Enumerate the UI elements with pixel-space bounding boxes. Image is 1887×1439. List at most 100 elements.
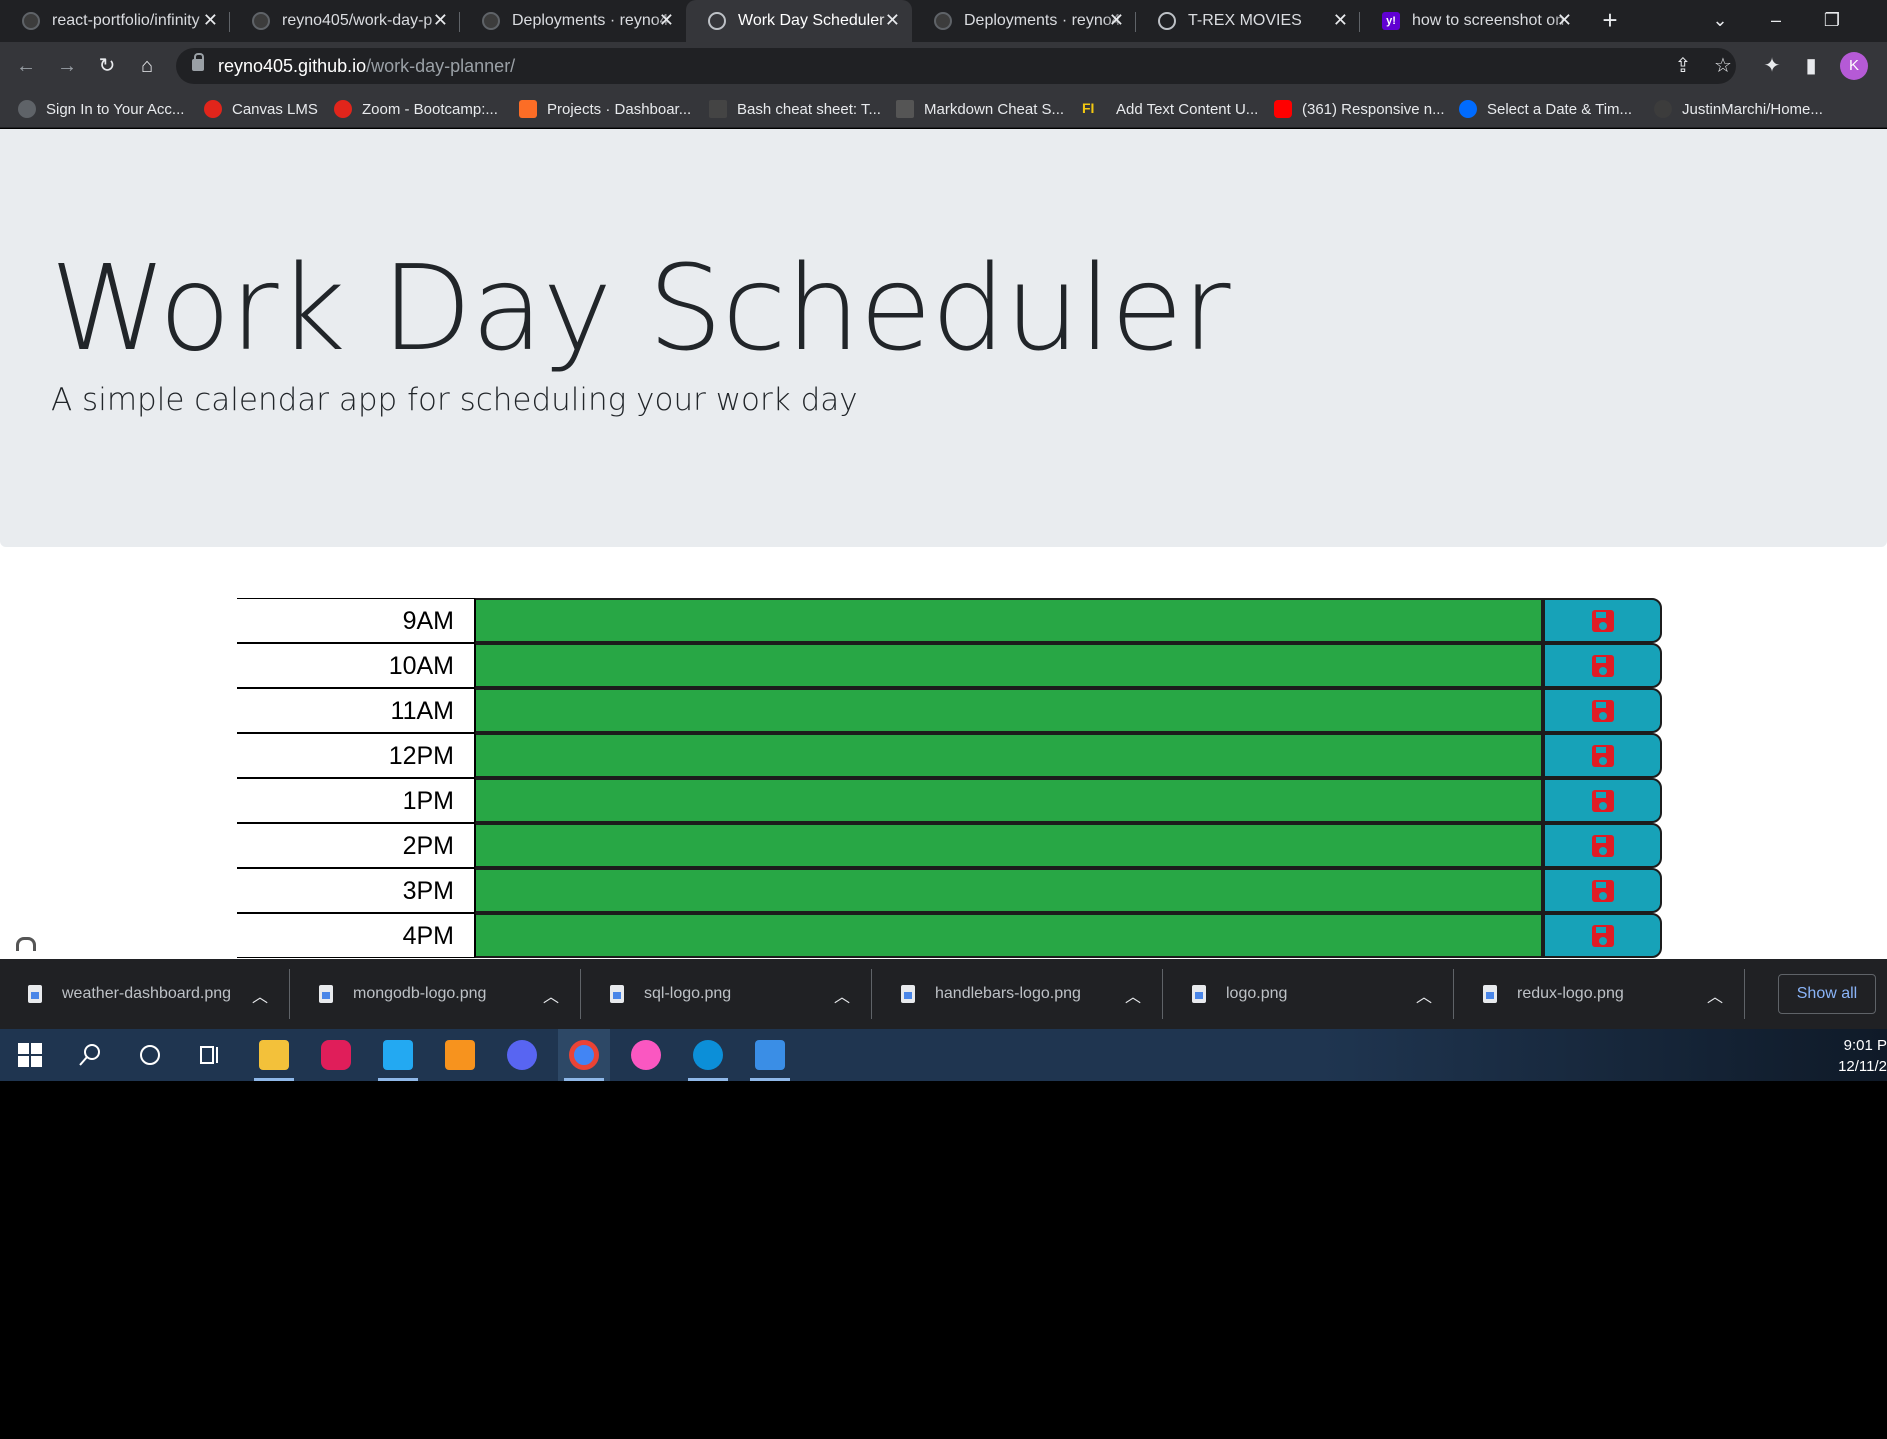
- bookmark-star-icon[interactable]: ☆: [1711, 54, 1735, 78]
- event-description-input[interactable]: [475, 868, 1543, 913]
- bookmark-item[interactable]: Sign In to Your Acc...: [18, 90, 184, 128]
- bookmark-item[interactable]: Zoom - Bootcamp:...: [334, 90, 498, 128]
- event-description-input[interactable]: [475, 733, 1543, 778]
- bookmark-item[interactable]: (361) Responsive n...: [1274, 90, 1445, 128]
- time-block: 12PM: [237, 733, 1662, 778]
- screenshot-tool-icon[interactable]: [16, 937, 36, 951]
- back-button[interactable]: ←: [10, 50, 42, 82]
- close-tab-icon[interactable]: ✕: [659, 10, 674, 31]
- download-item[interactable]: weather-dashboard.png ︿: [0, 959, 290, 1029]
- share-icon[interactable]: ⇪: [1671, 54, 1695, 78]
- event-description-input[interactable]: [475, 643, 1543, 688]
- bookmark-item[interactable]: JustinMarchi/Home...: [1654, 90, 1823, 128]
- close-tab-icon[interactable]: ✕: [885, 10, 900, 31]
- tab-work-day-scheduler[interactable]: Work Day Scheduler ✕: [686, 0, 912, 42]
- save-floppy-icon: [1591, 924, 1614, 947]
- globe-icon: [708, 12, 726, 30]
- save-button[interactable]: [1543, 868, 1662, 913]
- taskbar-app[interactable]: [496, 1029, 548, 1081]
- taskbar-app[interactable]: [682, 1029, 734, 1081]
- save-button[interactable]: [1543, 778, 1662, 823]
- taskbar-app[interactable]: [558, 1029, 610, 1081]
- lock-icon[interactable]: [192, 53, 204, 71]
- restore-button[interactable]: ❐: [1804, 0, 1860, 42]
- save-floppy-icon: [1591, 834, 1614, 857]
- search-button[interactable]: [64, 1029, 116, 1081]
- close-tab-icon[interactable]: ✕: [1333, 10, 1348, 31]
- bookmark-item[interactable]: FI Add Text Content U...: [1082, 90, 1258, 128]
- chevron-up-icon[interactable]: ︿: [252, 983, 268, 1007]
- close-tab-icon[interactable]: ✕: [1557, 10, 1572, 31]
- markdown-icon: [896, 100, 914, 118]
- extensions-icon[interactable]: ✦: [1760, 54, 1784, 78]
- bookmark-item[interactable]: Projects · Dashboar...: [519, 90, 691, 128]
- minimize-button[interactable]: –: [1748, 0, 1804, 42]
- chevron-up-icon[interactable]: ︿: [1416, 983, 1432, 1007]
- event-description-input[interactable]: [475, 823, 1543, 868]
- chevron-up-icon[interactable]: ︿: [834, 983, 850, 1007]
- itunes-icon: [631, 1040, 661, 1070]
- taskbar-app[interactable]: [372, 1029, 424, 1081]
- download-item[interactable]: sql-logo.png ︿: [582, 959, 872, 1029]
- taskbar-app[interactable]: [620, 1029, 672, 1081]
- event-description-input[interactable]: [475, 913, 1543, 958]
- tab-trex-movies[interactable]: T-REX MOVIES ✕: [1136, 0, 1360, 42]
- bookmark-item[interactable]: Bash cheat sheet: T...: [709, 90, 881, 128]
- close-tab-icon[interactable]: ✕: [433, 10, 448, 31]
- download-item[interactable]: redux-logo.png ︿: [1455, 959, 1745, 1029]
- event-description-input[interactable]: [475, 598, 1543, 643]
- show-all-downloads-button[interactable]: Show all: [1778, 974, 1876, 1014]
- taskbar-app[interactable]: [248, 1029, 300, 1081]
- bookmark-item[interactable]: Select a Date & Tim...: [1459, 90, 1632, 128]
- new-tab-button[interactable]: +: [1593, 4, 1627, 38]
- close-tab-icon[interactable]: ✕: [1109, 10, 1124, 31]
- close-tab-icon[interactable]: ✕: [203, 10, 218, 31]
- save-floppy-icon: [1591, 789, 1614, 812]
- hour-label: 4PM: [237, 913, 475, 958]
- url-path: /work-day-planner/: [366, 56, 516, 76]
- taskbar-app[interactable]: [310, 1029, 362, 1081]
- home-button[interactable]: ⌂: [131, 50, 163, 82]
- chevron-up-icon[interactable]: ︿: [1707, 983, 1723, 1007]
- profile-avatar[interactable]: K: [1840, 52, 1868, 80]
- start-button[interactable]: [4, 1029, 56, 1081]
- github-icon: [482, 12, 500, 30]
- save-button[interactable]: [1543, 643, 1662, 688]
- tab-react-portfolio[interactable]: react-portfolio/infinity ✕: [0, 0, 230, 42]
- bookmark-item[interactable]: Canvas LMS: [204, 90, 318, 128]
- save-button[interactable]: [1543, 913, 1662, 958]
- chevron-up-icon[interactable]: ︿: [1125, 983, 1141, 1007]
- task-view-button[interactable]: [184, 1029, 236, 1081]
- event-description-input[interactable]: [475, 688, 1543, 733]
- search-icon: [79, 1044, 100, 1066]
- save-floppy-icon: [1591, 609, 1614, 632]
- download-item[interactable]: mongodb-logo.png ︿: [291, 959, 581, 1029]
- system-clock[interactable]: 9:01 P 12/11/2: [1838, 1035, 1887, 1077]
- tab-yahoo-search[interactable]: y! how to screenshot on ✕: [1360, 0, 1584, 42]
- tab-deployments-1[interactable]: Deployments · reyno4 ✕: [460, 0, 686, 42]
- save-button[interactable]: [1543, 598, 1662, 643]
- side-panel-icon[interactable]: ▮: [1799, 54, 1823, 78]
- save-floppy-icon: [1591, 879, 1614, 902]
- event-description-input[interactable]: [475, 778, 1543, 823]
- tab-work-day-repo[interactable]: reyno405/work-day-p ✕: [230, 0, 460, 42]
- save-button[interactable]: [1543, 823, 1662, 868]
- bookmark-item[interactable]: Markdown Cheat S...: [896, 90, 1064, 128]
- tab-deployments-2[interactable]: Deployments · reyno4 ✕: [912, 0, 1136, 42]
- reload-button[interactable]: ↻: [91, 50, 123, 82]
- tab-search-chevron-icon[interactable]: ⌄: [1692, 0, 1748, 42]
- taskbar-app[interactable]: [744, 1029, 796, 1081]
- chrome-icon: [569, 1040, 599, 1070]
- download-item[interactable]: handlebars-logo.png ︿: [873, 959, 1163, 1029]
- taskbar-app[interactable]: [434, 1029, 486, 1081]
- address-bar[interactable]: reyno405.github.io/work-day-planner/: [176, 48, 1736, 84]
- calendly-icon: [1459, 100, 1477, 118]
- save-button[interactable]: [1543, 688, 1662, 733]
- download-item[interactable]: logo.png ︿: [1164, 959, 1454, 1029]
- image-file-icon: [319, 985, 333, 1003]
- cortana-button[interactable]: [124, 1029, 176, 1081]
- download-shelf: weather-dashboard.png ︿ mongodb-logo.png ︿…: [0, 959, 1887, 1029]
- save-button[interactable]: [1543, 733, 1662, 778]
- forward-button[interactable]: →: [51, 50, 83, 82]
- chevron-up-icon[interactable]: ︿: [543, 983, 559, 1007]
